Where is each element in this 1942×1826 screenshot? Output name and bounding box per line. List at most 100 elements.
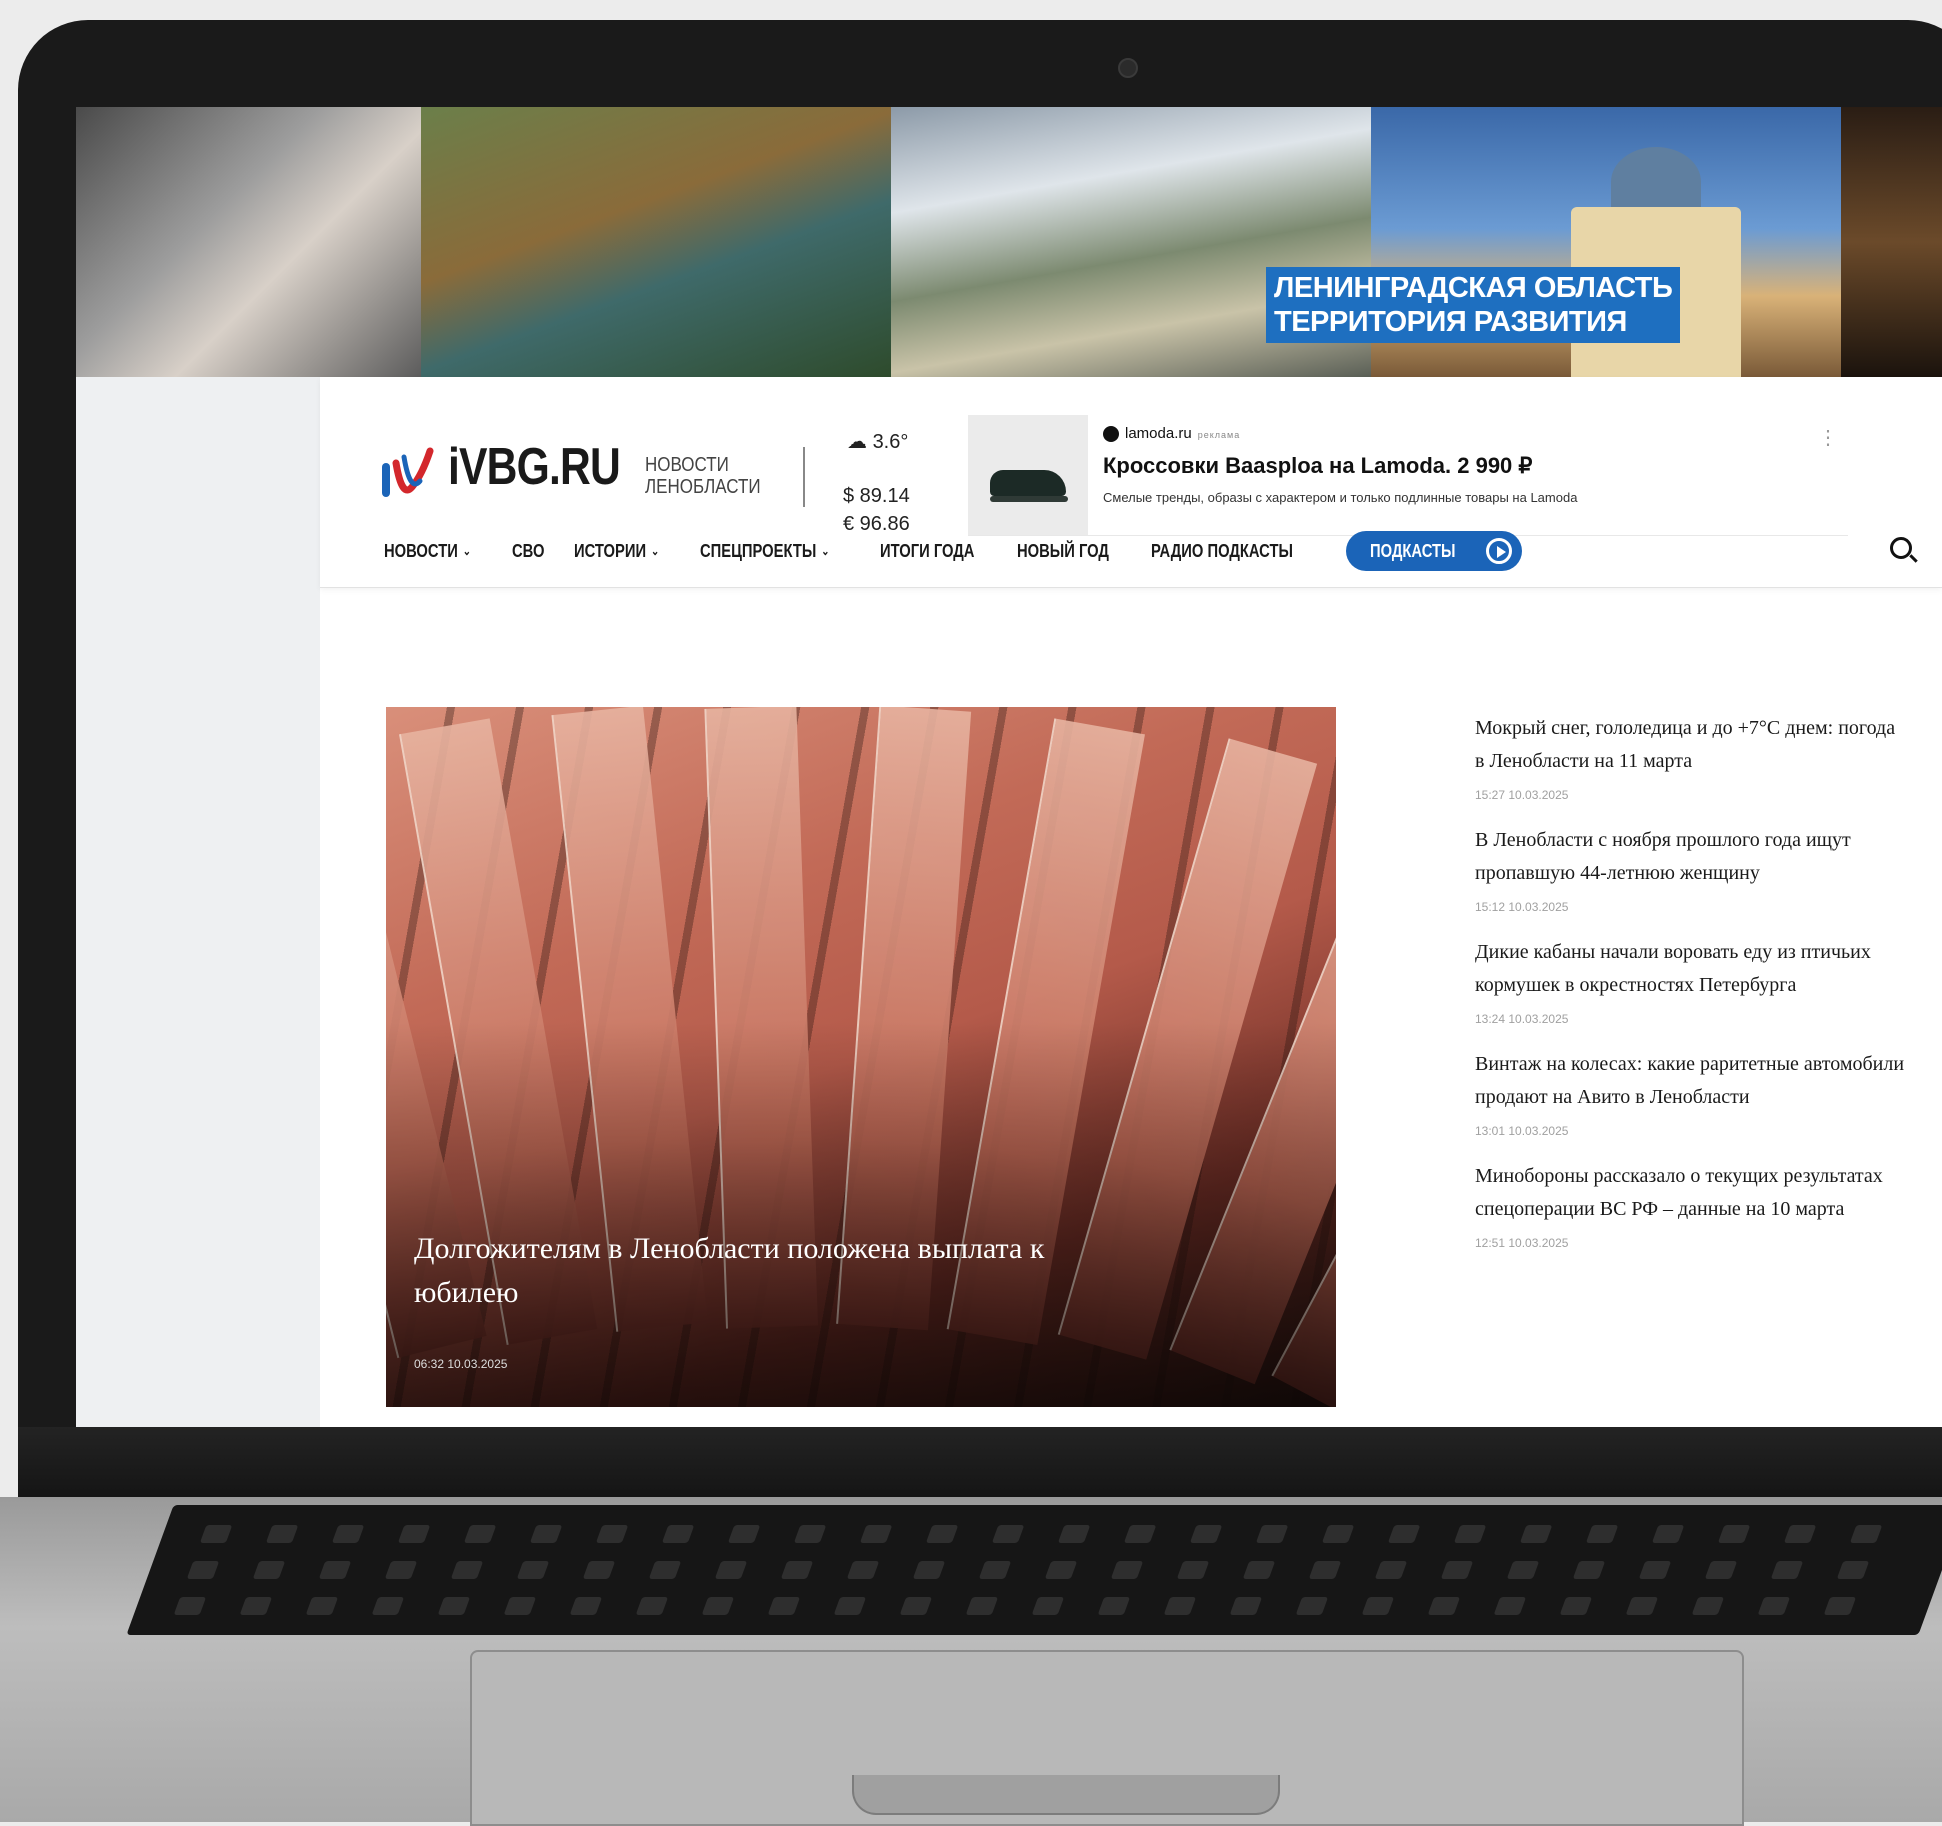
logo-icon[interactable]	[380, 447, 438, 503]
keyboard-key	[199, 1525, 233, 1543]
site-header: iVBG.RU НОВОСТИ ЛЕНОБЛАСТИ ☁ 3.6° $ 89.1…	[320, 377, 1942, 588]
keyboard-key	[1638, 1561, 1672, 1579]
ad-menu-icon[interactable]: ⋮	[1818, 425, 1838, 450]
keyboard-key	[305, 1597, 339, 1615]
nav-item[interactable]: ИТОГИ ГОДА	[880, 541, 974, 562]
keyboard-key	[595, 1525, 629, 1543]
keyboard-key	[371, 1597, 405, 1615]
nav-item[interactable]: ИСТОРИИ ⌄	[574, 541, 659, 562]
ad-image[interactable]	[968, 415, 1088, 535]
keyboard-key	[846, 1561, 880, 1579]
keyboard-key	[1651, 1525, 1685, 1543]
news-title[interactable]: Дикие кабаны начали воровать еду из птич…	[1475, 936, 1905, 1002]
keyboard-key	[1625, 1597, 1659, 1615]
news-title[interactable]: Мокрый снег, гололедица и до +7°С днем: …	[1475, 712, 1905, 778]
news-item[interactable]: Винтаж на колесах: какие раритетные авто…	[1475, 1048, 1905, 1138]
nav-item-label: РАДИО ПОДКАСТЫ	[1150, 540, 1293, 561]
keyboard-key	[833, 1597, 867, 1615]
news-title[interactable]: Винтаж на колесах: какие раритетные авто…	[1475, 1048, 1905, 1114]
keyboard-key	[569, 1597, 603, 1615]
podcasts-button[interactable]: ПОДКАСТЫ	[1345, 531, 1523, 571]
keyboard-key	[516, 1561, 550, 1579]
ad-source: lamoda.ru реклама	[1103, 425, 1240, 443]
nav-item[interactable]: РАДИО ПОДКАСТЫ	[1151, 541, 1293, 562]
keyboard-key	[635, 1597, 669, 1615]
banner-line-1: ЛЕНИНГРАДСКАЯ ОБЛАСТЬ	[1274, 272, 1673, 304]
play-icon	[1486, 538, 1513, 564]
keyboard-key	[397, 1525, 431, 1543]
keyboard-key	[318, 1561, 352, 1579]
keyboard-key	[1163, 1597, 1197, 1615]
ad-block[interactable]: lamoda.ru реклама Кроссовки Baasploa на L…	[968, 415, 1848, 536]
tagline-line-2: ЛЕНОБЛАСТИ	[645, 476, 761, 498]
keyboard-key	[912, 1561, 946, 1579]
keyboard	[126, 1505, 1942, 1635]
banner-line-2: ТЕРРИТОРИЯ РАЗВИТИЯ	[1274, 306, 1627, 338]
hero-article[interactable]: Долгожителям в Ленобласти положена выпла…	[386, 707, 1336, 1407]
news-item[interactable]: Мокрый снег, гололедица и до +7°С днем: …	[1475, 712, 1905, 802]
keyboard-key	[1585, 1525, 1619, 1543]
keyboard-key	[925, 1525, 959, 1543]
news-item[interactable]: Дикие кабаны начали воровать еду из птич…	[1475, 936, 1905, 1026]
keyboard-key	[239, 1597, 273, 1615]
keyboard-key	[1255, 1525, 1289, 1543]
nav-item[interactable]: СВО	[512, 541, 544, 562]
nav-item-label: ИСТОРИИ	[573, 540, 646, 561]
news-title[interactable]: Минобороны рассказало о текущих результа…	[1475, 1160, 1905, 1226]
top-banner[interactable]: ЛЕНИНГРАДСКАЯ ОБЛАСТЬ ТЕРРИТОРИЯ РАЗВИТИ…	[76, 107, 1942, 377]
keyboard-key	[1295, 1597, 1329, 1615]
keyboard-key	[1189, 1525, 1223, 1543]
keyboard-key	[1176, 1561, 1210, 1579]
hero-title[interactable]: Долгожителям в Ленобласти положена выпла…	[414, 1227, 1074, 1315]
chevron-down-icon: ⌄	[820, 544, 830, 558]
keyboard-key	[661, 1525, 695, 1543]
keyboard-key	[529, 1525, 563, 1543]
webcam	[1118, 58, 1138, 78]
weather-temp: 3.6°	[872, 431, 909, 453]
ad-description: Смелые тренды, образы с характером и тол…	[1103, 490, 1578, 505]
keyboard-key	[1374, 1561, 1408, 1579]
nav-item-label: ИТОГИ ГОДА	[879, 540, 975, 561]
news-time: 15:12 10.03.2025	[1475, 900, 1569, 914]
keyboard-key	[991, 1525, 1025, 1543]
keyboard-key	[1823, 1597, 1857, 1615]
sneaker-image	[990, 470, 1068, 502]
keyboard-key	[1361, 1597, 1395, 1615]
keyboard-key	[1506, 1561, 1540, 1579]
keyboard-key	[1229, 1597, 1263, 1615]
keyboard-key	[186, 1561, 220, 1579]
website: iVBG.RU НОВОСТИ ЛЕНОБЛАСТИ ☁ 3.6° $ 89.1…	[320, 377, 1942, 1427]
podcasts-button-label: ПОДКАСТЫ	[1369, 540, 1456, 561]
search-icon[interactable]	[1890, 537, 1912, 559]
banner-caption: ЛЕНИНГРАДСКАЯ ОБЛАСТЬ ТЕРРИТОРИЯ РАЗВИТИ…	[1266, 267, 1681, 343]
keyboard-key	[1123, 1525, 1157, 1543]
news-time: 13:01 10.03.2025	[1475, 1124, 1569, 1138]
nav-item[interactable]: НОВЫЙ ГОД	[1017, 541, 1109, 562]
news-time: 12:51 10.03.2025	[1475, 1236, 1569, 1250]
keyboard-key	[859, 1525, 893, 1543]
logo-text[interactable]: iVBG.RU	[448, 437, 621, 497]
header-divider	[803, 447, 805, 507]
keyboard-key	[899, 1597, 933, 1615]
laptop-screen: ЛЕНИНГРАДСКАЯ ОБЛАСТЬ ТЕРРИТОРИЯ РАЗВИТИ…	[76, 107, 1942, 1427]
keyboard-key	[1097, 1597, 1131, 1615]
chevron-down-icon: ⌄	[462, 544, 472, 558]
news-item[interactable]: Минобороны рассказало о текущих результа…	[1475, 1160, 1905, 1250]
news-item[interactable]: В Ленобласти с ноября прошлого года ищут…	[1475, 824, 1905, 914]
keyboard-key	[648, 1561, 682, 1579]
keyboard-key	[1836, 1561, 1870, 1579]
main-nav: НОВОСТИ ⌄ СВО ИСТОРИИ ⌄ СПЕЦПРОЕКТЫ ⌄ ИТОГИ ГОД…	[384, 527, 1523, 575]
news-time: 13:24 10.03.2025	[1475, 1012, 1569, 1026]
keyboard-key	[384, 1561, 418, 1579]
nav-item[interactable]: НОВОСТИ ⌄	[384, 541, 471, 562]
keyboard-key	[1044, 1561, 1078, 1579]
keyboard-key	[1110, 1561, 1144, 1579]
weather-widget: ☁ 3.6°	[847, 429, 908, 454]
tagline-line-1: НОВОСТИ	[645, 454, 729, 476]
keyboard-key	[1427, 1597, 1461, 1615]
keyboard-key	[173, 1597, 207, 1615]
nav-item[interactable]: СПЕЦПРОЕКТЫ ⌄	[700, 541, 829, 562]
news-title[interactable]: В Ленобласти с ноября прошлого года ищут…	[1475, 824, 1905, 890]
keyboard-key	[1493, 1597, 1527, 1615]
ad-title[interactable]: Кроссовки Baasploa на Lamoda. 2 990 ₽	[1103, 453, 1532, 479]
